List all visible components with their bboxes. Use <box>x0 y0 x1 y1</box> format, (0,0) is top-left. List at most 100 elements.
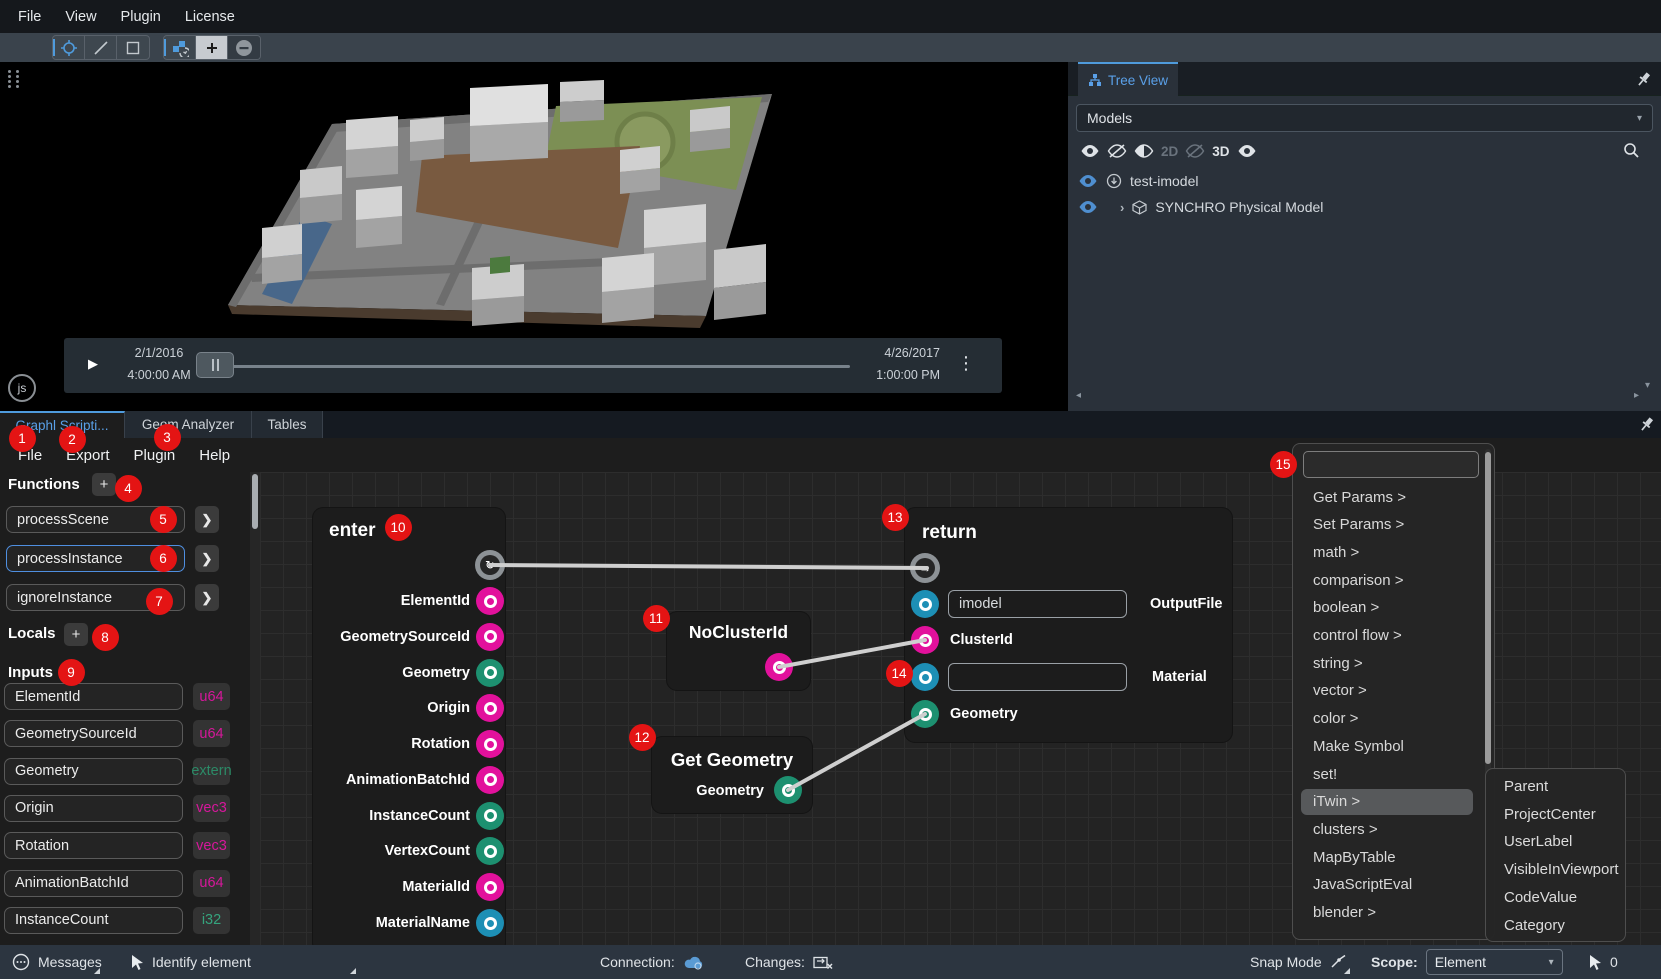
context-menu-item-string-[interactable]: string > <box>1301 650 1473 676</box>
models-select[interactable]: Models ▾ <box>1076 104 1653 132</box>
enter-port-materialid[interactable] <box>476 873 504 901</box>
context-menu-item-vector-[interactable]: vector > <box>1301 678 1473 704</box>
node-enter[interactable]: enter ↻ ElementIdGeometrySourceIdGeometr… <box>313 508 505 953</box>
timeline-scrubber-handle[interactable] <box>196 352 234 378</box>
rectangle-tool-button[interactable] <box>117 36 149 59</box>
context-menu-item-set-params-[interactable]: Set Params > <box>1301 512 1473 538</box>
submenu-item-projectcenter[interactable]: ProjectCenter <box>1492 801 1620 828</box>
graph-menu-item-help[interactable]: Help <box>189 443 240 468</box>
left-panel-scrollbar[interactable] <box>250 472 260 945</box>
context-menu-item-make-symbol[interactable]: Make Symbol <box>1301 733 1473 759</box>
input-name-field[interactable] <box>4 907 183 934</box>
enter-port-elementid[interactable] <box>476 587 504 615</box>
open-function-button[interactable]: ❯ <box>195 545 219 572</box>
selection-count[interactable]: 0 <box>1588 945 1618 979</box>
enter-port-rotation[interactable] <box>476 730 504 758</box>
get-geometry-out-port[interactable] <box>774 776 802 804</box>
context-menu-item-color-[interactable]: color > <box>1301 706 1473 732</box>
expand-chevron-icon[interactable]: › <box>1120 200 1124 215</box>
enter-port-animationbatchid[interactable] <box>476 766 504 794</box>
filter-2d-label[interactable]: 2D <box>1161 144 1178 159</box>
context-menu-item-blender-[interactable]: blender > <box>1301 900 1473 926</box>
popup-expand-grip[interactable] <box>350 968 356 974</box>
context-menu-item-mapbytable[interactable]: MapByTable <box>1301 844 1473 870</box>
tree-row-imodel[interactable]: test-imodel <box>1078 168 1648 194</box>
input-name-field[interactable] <box>4 683 183 710</box>
enter-port-geometry[interactable] <box>476 659 504 687</box>
enter-exec-out-port[interactable]: ↻ <box>475 550 505 580</box>
enter-port-origin[interactable] <box>476 694 504 722</box>
3d-viewport[interactable]: ▶ 2/1/2016 4:00:00 AM 4/26/2017 1:00:00 … <box>0 62 1068 411</box>
visibility-eye-icon[interactable] <box>1078 174 1098 188</box>
changes-status[interactable]: Changes: <box>745 945 833 979</box>
menubar-item-plugin[interactable]: Plugin <box>111 5 171 29</box>
context-menu-item-control-flow-[interactable]: control flow > <box>1301 623 1473 649</box>
return-outputfile-port[interactable] <box>911 590 939 618</box>
noclusterid-out-port[interactable] <box>765 653 793 681</box>
return-exec-in-port[interactable]: → <box>910 553 940 583</box>
node-return[interactable]: return → OutputFile ClusterId Material G… <box>905 508 1232 742</box>
pin-icon[interactable] <box>1638 415 1656 433</box>
add-local-button[interactable]: + <box>64 623 88 646</box>
tree-row-synchro-model[interactable]: › SYNCHRO Physical Model <box>1078 194 1648 220</box>
enter-port-vertexcount[interactable] <box>476 837 504 865</box>
visibility-eye-icon[interactable] <box>1078 200 1098 214</box>
input-name-field[interactable] <box>4 720 183 747</box>
context-menu-item-math-[interactable]: math > <box>1301 539 1473 565</box>
hide-all-eye-slash-icon[interactable] <box>1107 144 1127 158</box>
tree-scroll-down-icon[interactable]: ▾ <box>1645 380 1650 391</box>
open-function-button[interactable]: ❯ <box>195 506 219 533</box>
tab-tree-view[interactable]: Tree View <box>1078 62 1178 96</box>
scrollbar-thumb[interactable] <box>252 474 258 529</box>
context-menu-item-set-[interactable]: set! <box>1301 761 1473 787</box>
tab-geom-analyzer[interactable]: Geom Analyzer <box>125 411 252 438</box>
context-menu-search-input[interactable] <box>1303 451 1479 478</box>
add-function-button[interactable]: + <box>92 473 116 496</box>
line-tool-button[interactable] <box>85 36 117 59</box>
context-menu-item-comparison-[interactable]: comparison > <box>1301 567 1473 593</box>
scrollbar-thumb[interactable] <box>1485 452 1491 764</box>
input-name-field[interactable] <box>4 832 183 859</box>
tab-tables[interactable]: Tables <box>252 411 323 438</box>
messages-button[interactable]: Messages <box>12 945 102 979</box>
enter-port-materialname[interactable] <box>476 909 504 937</box>
menubar-item-view[interactable]: View <box>55 5 106 29</box>
return-material-port[interactable] <box>911 663 939 691</box>
enter-port-geometrysourceid[interactable] <box>476 623 504 651</box>
3d-eye-icon[interactable] <box>1237 144 1257 158</box>
context-menu-item-itwin-[interactable]: iTwin > <box>1301 789 1473 815</box>
invert-visibility-icon[interactable] <box>1134 144 1154 158</box>
submenu-item-userlabel[interactable]: UserLabel <box>1492 828 1620 855</box>
open-function-button[interactable]: ❯ <box>195 584 219 611</box>
zoom-out-button[interactable] <box>228 36 260 59</box>
2d-eye-slash-icon[interactable] <box>1185 144 1205 158</box>
context-menu-item-clusters-[interactable]: clusters > <box>1301 816 1473 842</box>
menubar-item-file[interactable]: File <box>8 5 51 29</box>
tree-scroll-left-icon[interactable]: ◂ <box>1076 390 1081 401</box>
input-name-field[interactable] <box>4 795 183 822</box>
filter-3d-label[interactable]: 3D <box>1212 144 1229 159</box>
outputfile-field[interactable] <box>948 590 1127 618</box>
popup-expand-grip[interactable] <box>1344 968 1350 974</box>
snap-mode-button[interactable]: Snap Mode <box>1250 945 1347 979</box>
pin-icon[interactable] <box>1635 70 1653 88</box>
submenu-item-visibleinviewport[interactable]: VisibleInViewport <box>1492 856 1620 883</box>
timeline-kebab-menu-icon[interactable]: ⋮ <box>957 353 975 374</box>
timeline-track[interactable] <box>210 365 850 368</box>
return-geometry-port[interactable] <box>911 700 939 728</box>
node-noclusterid[interactable]: NoClusterId <box>667 612 810 690</box>
connection-status[interactable]: Connection: <box>600 945 705 979</box>
submenu-item-codevalue[interactable]: CodeValue <box>1492 884 1620 911</box>
tree-scroll-right-icon[interactable]: ▸ <box>1634 390 1639 401</box>
context-menu-item-boolean-[interactable]: boolean > <box>1301 595 1473 621</box>
scope-select[interactable]: Element ▾ <box>1426 949 1563 975</box>
input-name-field[interactable] <box>4 758 183 785</box>
material-field[interactable] <box>948 663 1127 691</box>
return-clusterid-port[interactable] <box>911 626 939 654</box>
node-get-geometry[interactable]: Get Geometry Geometry <box>652 737 812 813</box>
js-script-badge-icon[interactable]: js <box>8 374 36 402</box>
submenu-item-parent[interactable]: Parent <box>1492 773 1620 800</box>
menubar-item-license[interactable]: License <box>175 5 245 29</box>
context-menu-item-javascripteval[interactable]: JavaScriptEval <box>1301 872 1473 898</box>
point-placement-button[interactable] <box>53 36 85 59</box>
